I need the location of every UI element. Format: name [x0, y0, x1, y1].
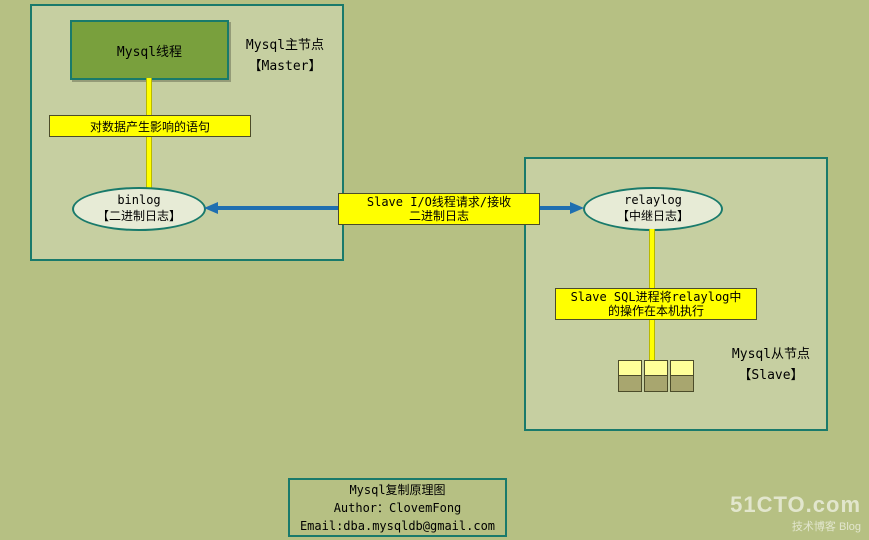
master-title-line2: 【Master】 — [240, 57, 330, 78]
binlog-line2: 【二进制日志】 — [97, 209, 181, 225]
slave-title-line2: 【Slave】 — [726, 366, 816, 387]
master-title-line1: Mysql主节点 — [240, 36, 330, 57]
footer-email: Email:dba.mysqldb@gmail.com — [300, 517, 495, 535]
mysql-thread-box: Mysql线程 — [70, 20, 229, 80]
footer-box: Mysql复制原理图 Author：ClovemFong Email:dba.m… — [288, 478, 507, 537]
mysql-thread-label: Mysql线程 — [117, 41, 182, 60]
connector-stmt-to-binlog — [146, 137, 152, 188]
slave-title-line1: Mysql从节点 — [726, 345, 816, 366]
relaylog-line1: relaylog — [624, 193, 682, 209]
sql-thread-label: Slave SQL进程将relaylog中 的操作在本机执行 — [571, 290, 742, 319]
io-thread-box: Slave I/O线程请求/接收 二进制日志 — [338, 193, 540, 225]
watermark-logo: 51CTO.com — [730, 491, 861, 520]
connector-sql-to-disk — [649, 320, 655, 360]
slave-title: Mysql从节点 【Slave】 — [726, 345, 816, 387]
master-title: Mysql主节点 【Master】 — [240, 36, 330, 78]
disk-icon — [670, 360, 694, 392]
sql-thread-box: Slave SQL进程将relaylog中 的操作在本机执行 — [555, 288, 757, 320]
diagram-canvas: Mysql主节点 【Master】 Mysql线程 对数据产生影响的语句 bin… — [0, 0, 869, 540]
footer-author: Author：ClovemFong — [334, 499, 462, 517]
relaylog-ellipse: relaylog 【中继日志】 — [583, 187, 723, 231]
watermark: 51CTO.com 技术博客 Blog — [730, 491, 861, 534]
disk-icon — [618, 360, 642, 392]
binlog-line1: binlog — [117, 193, 160, 209]
connector-relaylog-to-sql — [649, 229, 655, 288]
binlog-ellipse: binlog 【二进制日志】 — [72, 187, 206, 231]
io-thread-label: Slave I/O线程请求/接收 二进制日志 — [367, 195, 511, 224]
arrow-mid-to-relaylog — [538, 201, 584, 215]
disk-icon — [644, 360, 668, 392]
connector-thread-to-stmt — [146, 78, 152, 115]
arrow-mid-to-binlog — [204, 201, 339, 215]
watermark-sub: 技术博客 Blog — [730, 520, 861, 534]
footer-title: Mysql复制原理图 — [349, 481, 445, 499]
stmt-label: 对数据产生影响的语句 — [90, 118, 210, 135]
relaylog-line2: 【中继日志】 — [617, 209, 689, 225]
stmt-box: 对数据产生影响的语句 — [49, 115, 251, 137]
